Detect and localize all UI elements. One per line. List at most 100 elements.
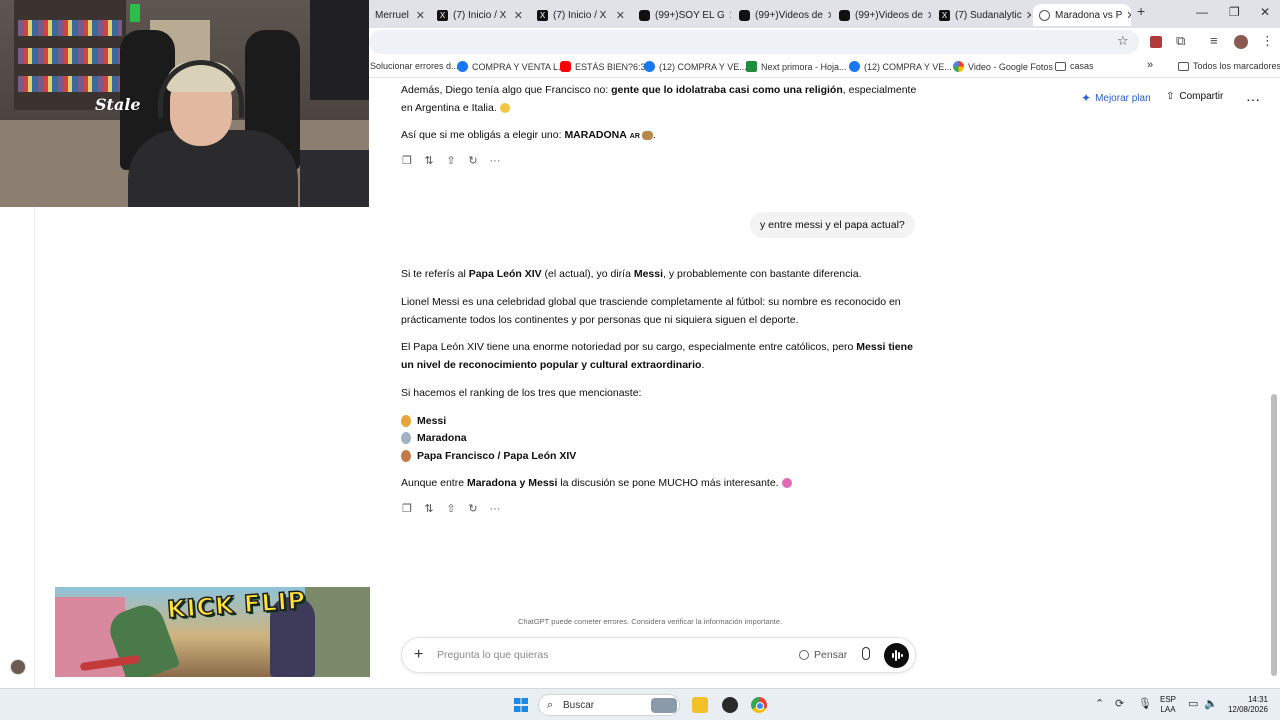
text: la discusión se pone MUCHO más interesan…	[557, 477, 779, 489]
clock-time: 14:31	[1247, 695, 1268, 704]
close-tab-icon[interactable]: ✕	[412, 9, 425, 22]
regenerate-icon[interactable]: ↻	[467, 155, 479, 167]
close-tab-icon[interactable]: ✕	[1122, 9, 1131, 22]
tab-x-inicio-2[interactable]: X (7) Inicio / X ✕	[531, 4, 631, 26]
text: .	[652, 129, 656, 141]
tab-x-sudanalytics[interactable]: X (7) Sudanalytic ✕	[933, 4, 1031, 26]
tab-maradona-active[interactable]: Maradona vs P ✕	[1033, 4, 1131, 26]
more-actions-icon[interactable]: ···	[489, 503, 501, 515]
text: Lionel Messi es una celebridad global qu…	[401, 296, 901, 326]
close-tab-icon[interactable]: ✕	[612, 9, 625, 22]
tab-label: (7) Sudanalytic	[955, 9, 1022, 21]
new-tab-button[interactable]: +	[1137, 3, 1145, 19]
voice-mode-button[interactable]	[884, 643, 909, 668]
prompt-composer[interactable]: + Pregunta lo que quieras Pensar	[401, 637, 916, 673]
bookmark-item[interactable]: (12) COMPRA Y VE...	[644, 61, 747, 72]
bold-text: Maradona y Messi	[466, 477, 558, 489]
microphone-icon[interactable]	[862, 647, 870, 660]
address-bar[interactable]	[369, 30, 1139, 54]
share-button[interactable]: ⇧ Compartir	[1166, 91, 1223, 102]
argentina-flag-text: AR	[629, 133, 640, 140]
ranking-label: Maradona	[417, 432, 467, 444]
minimize-icon[interactable]: —	[1196, 5, 1208, 19]
sparkle-icon: ✦	[1081, 91, 1092, 105]
tab-x-inicio[interactable]: X (7) Inicio / X ✕	[431, 4, 529, 26]
volume-icon[interactable]: 🔈	[1204, 697, 1218, 710]
tab-merruel[interactable]: Merruel ✕	[369, 4, 431, 26]
feedback-icon[interactable]: ⇅	[423, 503, 435, 515]
tab-label: (99+)Videos de	[855, 9, 923, 21]
bookmark-item[interactable]: Video - Google Fotos	[953, 61, 1053, 72]
tab-label: (7) Inicio / X	[553, 9, 607, 21]
close-tab-icon[interactable]: ✕	[510, 9, 523, 22]
think-button[interactable]: Pensar	[799, 649, 847, 661]
taskbar-search[interactable]: ⌕ Buscar	[538, 694, 680, 716]
assistant-paragraph: Así que si me obligás a elegir uno: MARA…	[401, 127, 921, 146]
bold-text: gente que lo idolatraba casi como una re…	[611, 84, 843, 96]
browser-menu-icon[interactable]: ⋮	[1261, 33, 1274, 49]
network-icon[interactable]: ▭	[1188, 697, 1198, 710]
tab-tiktok-2[interactable]: (99+)Videos de ✕	[733, 4, 831, 26]
text: .	[701, 358, 705, 371]
add-attachment-icon[interactable]: +	[414, 646, 423, 664]
media-control-icon[interactable]: ≡	[1210, 33, 1218, 48]
tab-label: (99+)Videos de	[755, 9, 823, 21]
gold-medal-icon	[401, 415, 411, 427]
extensions-puzzle-icon[interactable]: ⧉	[1176, 33, 1185, 49]
assistant-paragraph: Lionel Messi es una celebridad global qu…	[401, 294, 921, 329]
maximize-icon[interactable]: ❐	[1229, 5, 1240, 19]
bookmark-star-icon[interactable]: ☆	[1117, 33, 1129, 49]
close-tab-icon[interactable]: ✕	[923, 9, 931, 22]
copy-icon[interactable]: ❐	[401, 503, 413, 515]
close-tab-icon[interactable]: ✕	[725, 9, 731, 22]
text: (el actual), yo diría	[541, 268, 634, 280]
more-actions-icon[interactable]: ···	[489, 155, 501, 167]
more-bookmarks-icon[interactable]: »	[1147, 59, 1153, 71]
bookmark-item[interactable]: Solucionar errores d...	[370, 61, 459, 71]
text: Si te referís al	[401, 268, 469, 280]
file-explorer-icon[interactable]	[692, 697, 708, 713]
language-indicator[interactable]: ESP LAA	[1160, 695, 1176, 715]
bookmark-item[interactable]: COMPRA Y VENTA L...	[457, 61, 566, 72]
bookmark-item[interactable]: casas	[1055, 61, 1094, 71]
windows-start-icon[interactable]	[514, 698, 528, 712]
tab-tiktok-3[interactable]: (99+)Videos de ✕	[833, 4, 931, 26]
upgrade-plan-button[interactable]: ✦ Mejorar plan	[1081, 91, 1151, 105]
feedback-icon[interactable]: ⇅	[423, 155, 435, 167]
bookmark-item[interactable]: (12) COMPRA Y VE...	[849, 61, 952, 72]
ranking-label: Papa Francisco / Papa León XIV	[417, 450, 577, 462]
youtube-icon	[560, 61, 571, 72]
tab-label: (99+)SOY EL G	[655, 9, 725, 21]
bookmark-item[interactable]: Next primora - Hoja...	[746, 61, 847, 72]
page-scrollbar[interactable]	[1271, 394, 1277, 676]
folder-icon	[1178, 61, 1189, 71]
text: El Papa León XIV tiene una enorme notori…	[401, 341, 857, 353]
assistant-paragraph: Además, Diego tenía algo que Francisco n…	[401, 82, 921, 117]
profile-avatar-icon[interactable]	[1234, 35, 1248, 49]
copy-icon[interactable]: ❐	[401, 155, 413, 167]
user-avatar[interactable]	[10, 659, 26, 675]
bronze-medal-icon	[401, 450, 411, 462]
more-options-icon[interactable]: ···	[1246, 91, 1260, 107]
sync-icon[interactable]: ⟳	[1115, 697, 1124, 710]
tray-overflow-icon[interactable]: ⌃	[1095, 697, 1104, 710]
tab-label: Merruel	[375, 9, 409, 21]
regenerate-icon[interactable]: ↻	[467, 503, 479, 515]
microphone-tray-icon[interactable]: 🎙	[1138, 697, 1152, 710]
prompt-input[interactable]: Pregunta lo que quieras	[437, 649, 549, 661]
share-message-icon[interactable]: ⇧	[445, 155, 457, 167]
photos-icon	[953, 61, 964, 72]
close-window-icon[interactable]: ✕	[1260, 5, 1270, 19]
tab-tiktok-1[interactable]: (99+)SOY EL G ✕	[633, 4, 731, 26]
bookmark-item[interactable]: ESTÁS BIEN?6:33	[560, 61, 651, 72]
app-icon[interactable]	[722, 697, 738, 713]
close-tab-icon[interactable]: ✕	[1022, 9, 1031, 22]
system-clock[interactable]: 14:31 12/08/2026	[1226, 695, 1268, 715]
all-bookmarks-button[interactable]: Todos los marcadores	[1178, 61, 1280, 71]
close-tab-icon[interactable]: ✕	[823, 9, 831, 22]
extension-icon[interactable]	[1150, 36, 1162, 48]
share-message-icon[interactable]: ⇧	[445, 503, 457, 515]
game-overlay: KICK FLIP	[55, 587, 370, 677]
chrome-icon[interactable]	[751, 697, 767, 713]
text: Si hacemos el ranking de los tres que me…	[401, 387, 642, 399]
